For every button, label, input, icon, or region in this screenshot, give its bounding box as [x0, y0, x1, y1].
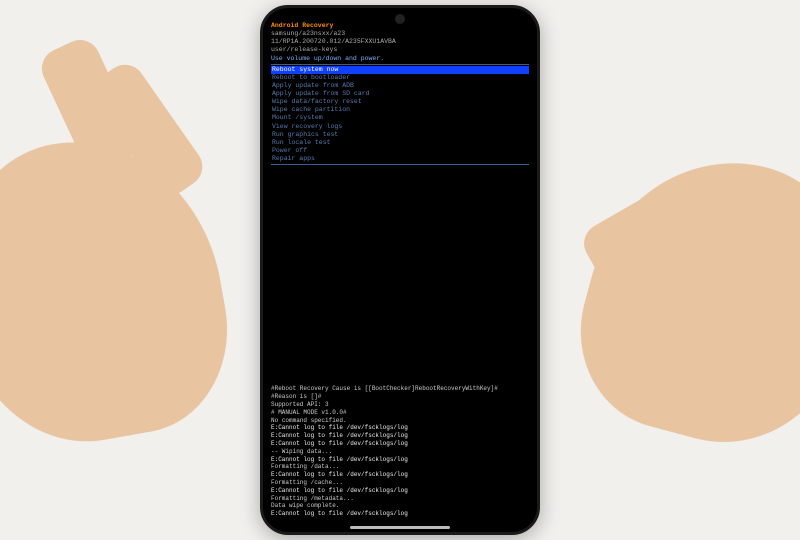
log-line: Data wipe complete. — [271, 502, 529, 510]
log-line: -- Wiping data... — [271, 448, 529, 456]
log-error: E:Cannot log to file /dev/fscklogs/log — [271, 424, 529, 432]
menu-item-view-logs[interactable]: View recovery logs — [271, 123, 529, 131]
log-error: E:Cannot log to file /dev/fscklogs/log — [271, 510, 529, 518]
menu-item-update-sd[interactable]: Apply update from SD card — [271, 90, 529, 98]
log-line: #Reason is []# — [271, 393, 529, 401]
log-error: E:Cannot log to file /dev/fscklogs/log — [271, 471, 529, 479]
build-info: 11/RP1A.200720.012/A235FXXU1AVBA — [271, 38, 529, 46]
log-error: E:Cannot log to file /dev/fscklogs/log — [271, 440, 529, 448]
recovery-screen: Android Recovery samsung/a23nsxx/a23 11/… — [271, 22, 529, 522]
menu-item-update-adb[interactable]: Apply update from ADB — [271, 82, 529, 90]
navigation-handle — [350, 526, 450, 529]
recovery-log: #Reboot Recovery Cause is [[BootChecker]… — [271, 385, 529, 518]
keys-info: user/release-keys — [271, 46, 529, 54]
menu-item-reboot-system[interactable]: Reboot system now — [271, 66, 529, 74]
log-line: #Reboot Recovery Cause is [[BootChecker]… — [271, 385, 529, 393]
recovery-menu: Reboot system now Reboot to bootloader A… — [271, 66, 529, 164]
recovery-header: Android Recovery samsung/a23nsxx/a23 11/… — [271, 22, 529, 63]
log-line: Formatting /cache... — [271, 479, 529, 487]
log-error: E:Cannot log to file /dev/fscklogs/log — [271, 487, 529, 495]
nav-instruction: Use volume up/down and power. — [271, 55, 529, 63]
log-line: Formatting /metadata... — [271, 495, 529, 503]
menu-item-locale-test[interactable]: Run locale test — [271, 139, 529, 147]
divider — [271, 164, 529, 165]
left-hand — [0, 120, 244, 461]
menu-item-wipe-data[interactable]: Wipe data/factory reset — [271, 98, 529, 106]
log-error: E:Cannot log to file /dev/fscklogs/log — [271, 456, 529, 464]
log-line: Formatting /data... — [271, 463, 529, 471]
menu-item-wipe-cache[interactable]: Wipe cache partition — [271, 106, 529, 114]
device-info: samsung/a23nsxx/a23 — [271, 30, 529, 38]
log-error: E:Cannot log to file /dev/fscklogs/log — [271, 432, 529, 440]
menu-item-power-off[interactable]: Power off — [271, 147, 529, 155]
menu-item-reboot-bootloader[interactable]: Reboot to bootloader — [271, 74, 529, 82]
log-line: # MANUAL MODE v1.0.0# — [271, 409, 529, 417]
phone-frame: Android Recovery samsung/a23nsxx/a23 11/… — [260, 5, 540, 535]
divider — [271, 64, 529, 65]
log-line: Supported API: 3 — [271, 401, 529, 409]
log-line: No command specified. — [271, 417, 529, 425]
camera-notch — [395, 14, 405, 24]
menu-item-mount-system[interactable]: Mount /system — [271, 114, 529, 122]
menu-item-repair-apps[interactable]: Repair apps — [271, 155, 529, 163]
menu-item-graphics-test[interactable]: Run graphics test — [271, 131, 529, 139]
